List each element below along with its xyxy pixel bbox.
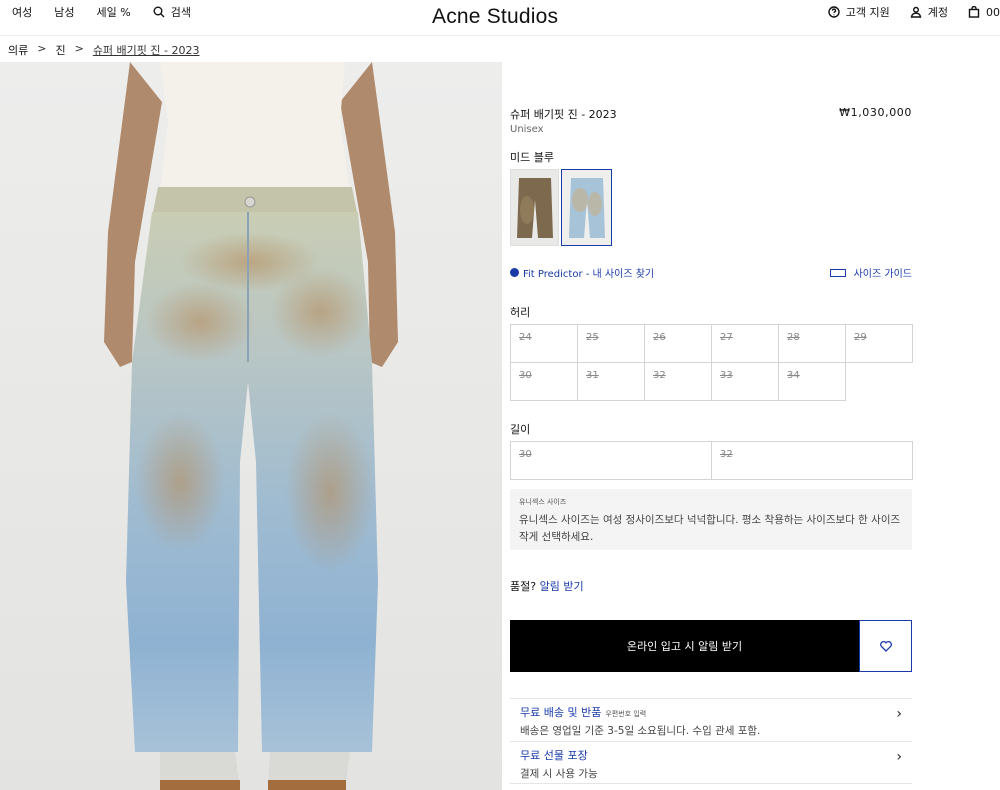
waist-size-option[interactable]: 26 <box>644 324 712 363</box>
waist-size-option[interactable]: 32 <box>644 362 712 401</box>
nav-men[interactable]: 남성 <box>54 4 74 20</box>
account-link[interactable]: 계정 <box>910 4 948 20</box>
out-of-stock-prompt: 품절? 알림 받기 <box>510 578 584 594</box>
waist-size-option[interactable]: 28 <box>778 324 846 363</box>
notify-restock-button[interactable]: 온라인 입고 시 알림 받기 <box>510 620 859 672</box>
fit-predictor-link[interactable]: Fit Predictor - 내 사이즈 찾기 <box>510 265 654 280</box>
main-nav: 여성 남성 세일 % 검색 <box>12 4 191 20</box>
waist-size-option[interactable]: 33 <box>711 362 779 401</box>
shipping-title: 무료 배송 및 반품 <box>520 706 602 719</box>
jeans-model-photo <box>0 62 502 790</box>
waist-size-grid: 24 25 26 27 28 29 30 31 32 33 34 <box>510 324 913 401</box>
bag-icon <box>968 6 980 18</box>
waist-size-option[interactable]: 31 <box>577 362 645 401</box>
waist-label: 허리 <box>510 306 531 319</box>
length-size-option[interactable]: 30 <box>510 441 712 480</box>
brand-logo[interactable]: Acne Studios <box>432 5 558 29</box>
user-icon <box>910 6 922 18</box>
gift-wrap-details: 결제 시 사용 가능 <box>520 768 598 780</box>
swatch-image <box>517 178 553 238</box>
unisex-size-note: 유니섹스 사이즈 유니섹스 사이즈는 여성 정사이즈보다 넉넉합니다. 평소 착… <box>510 489 912 550</box>
product-gender: Unisex <box>510 124 544 135</box>
zip-code-hint: 우편번호 입력 <box>605 710 647 718</box>
note-title: 유니섹스 사이즈 <box>519 498 567 506</box>
wishlist-button[interactable] <box>859 620 912 672</box>
size-guide-link[interactable]: 사이즈 가이드 <box>829 265 912 280</box>
support-label: 고객 지원 <box>845 6 890 19</box>
free-shipping-row[interactable]: 무료 배송 및 반품 우편번호 입력 배송은 영업일 기준 3-5일 소요됩니다.… <box>510 698 912 741</box>
search-icon <box>153 6 165 18</box>
breadcrumb-current[interactable]: 슈퍼 배기핏 진 - 2023 <box>93 42 200 58</box>
waist-size-option[interactable]: 27 <box>711 324 779 363</box>
product-price: ₩1,030,000 <box>839 106 912 119</box>
nav-sale[interactable]: 세일 % <box>97 4 131 20</box>
size-guide-label: 사이즈 가이드 <box>853 269 912 280</box>
notify-me-link[interactable]: 알림 받기 <box>540 580 584 593</box>
gift-wrap-row[interactable]: 무료 선물 포장 결제 시 사용 가능 › <box>510 741 912 784</box>
cart-count: 00 <box>986 5 1000 19</box>
breadcrumb: 의류 > 진 > 슈퍼 배기핏 진 - 2023 <box>8 42 199 58</box>
product-image[interactable] <box>0 62 502 790</box>
length-label: 길이 <box>510 423 531 436</box>
support-link[interactable]: 고객 지원 <box>828 4 890 20</box>
waist-size-option[interactable]: 29 <box>845 324 913 363</box>
waist-size-option[interactable]: 24 <box>510 324 578 363</box>
out-of-stock-question: 품절? <box>510 580 537 593</box>
breadcrumb-clothing[interactable]: 의류 <box>8 42 28 58</box>
swatch-image <box>569 178 605 238</box>
note-body: 유니섹스 사이즈는 여성 정사이즈보다 넉넉합니다. 평소 착용하는 사이즈보다… <box>519 514 901 543</box>
length-size-grid: 30 32 <box>510 441 913 480</box>
help-icon <box>828 6 840 18</box>
utility-nav: 고객 지원 계정 00 <box>828 4 1000 20</box>
nav-women[interactable]: 여성 <box>12 4 32 20</box>
waist-size-option[interactable]: 34 <box>778 362 846 401</box>
fit-predictor-label: Fit Predictor - 내 사이즈 찾기 <box>523 269 655 280</box>
chevron-right-icon: › <box>896 706 902 722</box>
length-size-option[interactable]: 32 <box>711 441 913 480</box>
waist-size-option[interactable]: 25 <box>577 324 645 363</box>
chevron-right-icon: › <box>896 749 902 765</box>
breadcrumb-separator: > <box>37 42 47 55</box>
shipping-details: 배송은 영업일 기준 3-5일 소요됩니다. 수입 관세 포함. <box>520 725 761 737</box>
waist-size-option[interactable]: 30 <box>510 362 578 401</box>
color-swatch-mid-blue[interactable] <box>561 169 612 246</box>
ruler-icon <box>829 268 846 277</box>
breadcrumb-jeans[interactable]: 진 <box>55 42 65 58</box>
gift-wrap-title: 무료 선물 포장 <box>520 749 588 762</box>
account-label: 계정 <box>927 6 948 19</box>
color-name: 미드 블루 <box>510 151 554 164</box>
fit-predictor-icon <box>510 268 519 277</box>
site-header: 여성 남성 세일 % 검색 Acne Studios 고객 지원 계정 00 <box>0 0 1000 36</box>
search-label: 검색 <box>170 6 191 19</box>
color-swatch-brown[interactable] <box>510 169 559 246</box>
breadcrumb-separator: > <box>74 42 84 55</box>
search-button[interactable]: 검색 <box>153 4 191 20</box>
heart-icon <box>879 640 892 652</box>
cart-link[interactable]: 00 <box>968 4 1000 20</box>
product-name: 슈퍼 배기핏 진 - 2023 <box>510 108 617 121</box>
